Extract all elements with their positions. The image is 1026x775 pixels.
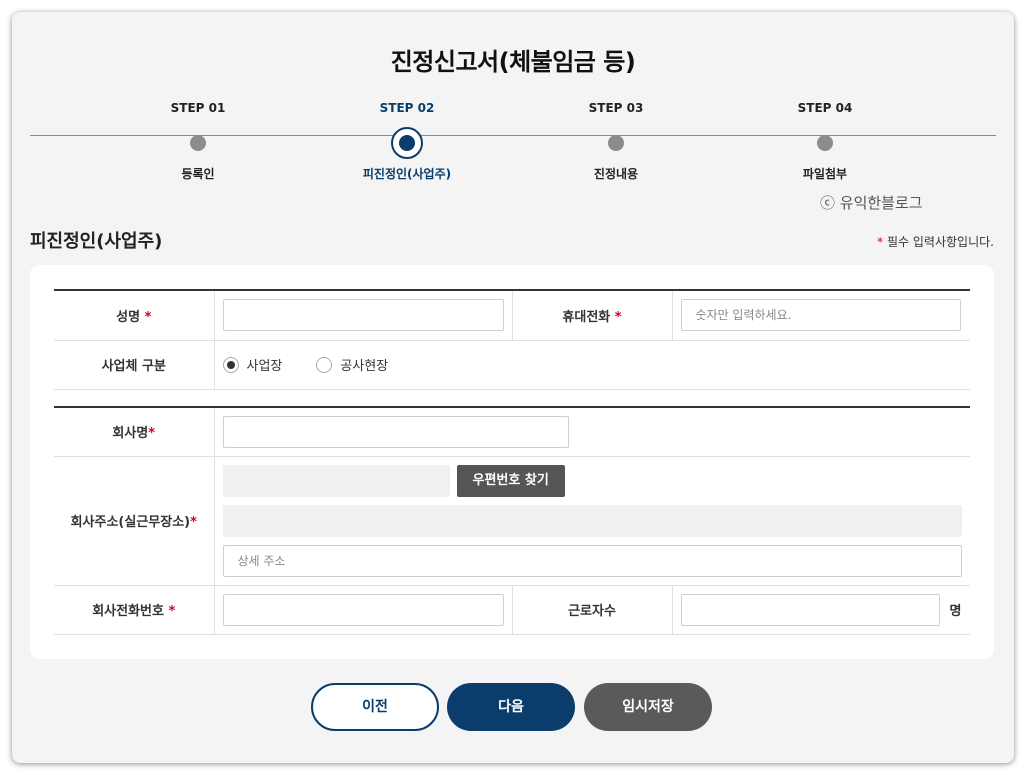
required-star: * xyxy=(190,515,197,530)
workers-row: 명 xyxy=(680,593,963,626)
biz-type-label-cell: 사업체 구분 xyxy=(54,340,215,390)
company-phone-label-cell: 회사전화번호 * xyxy=(54,585,215,635)
radio-checked-icon xyxy=(222,356,239,373)
company-label: 회사명 xyxy=(112,426,149,442)
radio-construction-site[interactable]: 공사현장 xyxy=(316,355,388,374)
step-3-dot xyxy=(608,135,624,151)
step-1-dot xyxy=(190,135,206,151)
name-label: 성명 xyxy=(116,309,141,325)
address-detail-input[interactable]: 상세 주소 xyxy=(222,544,962,577)
required-star: * xyxy=(144,309,152,325)
required-star: * xyxy=(148,426,156,442)
step-4-label: STEP 04 xyxy=(797,101,853,115)
company-name-input[interactable] xyxy=(222,415,569,448)
company-phone-input[interactable] xyxy=(222,593,504,626)
address-label: 회사주소(실근무장소) xyxy=(70,515,191,530)
table-row: 회사주소(실근무장소)* 우편번호 찾기 상세 주소 xyxy=(54,456,970,586)
step-4: STEP 04 파일첨부 xyxy=(745,100,905,182)
step-2-label: STEP 02 xyxy=(379,101,435,115)
address-cell: 우편번호 찾기 상세 주소 xyxy=(214,456,970,586)
name-input[interactable] xyxy=(222,299,504,332)
company-phone-label: 회사전화번호 xyxy=(92,604,164,619)
radio-workplace[interactable]: 사업장 xyxy=(222,355,283,374)
phone-cell: 숫자만 입력하세요. xyxy=(672,290,970,341)
phone-input[interactable]: 숫자만 입력하세요. xyxy=(680,299,961,332)
required-note-text: 필수 입력사항입니다. xyxy=(887,235,994,249)
company-table: 회사명* 회사주소(실근무장소)* 우편번호 찾기 상세 주소 회사전화번호 *… xyxy=(54,406,970,635)
table-row: 회사명* xyxy=(54,407,970,457)
prev-button[interactable]: 이전 xyxy=(311,683,439,731)
zip-code-input[interactable] xyxy=(222,464,450,497)
address-label-cell: 회사주소(실근무장소)* xyxy=(54,456,215,586)
company-label-cell: 회사명* xyxy=(54,407,215,457)
temp-save-button[interactable]: 임시저장 xyxy=(584,683,712,731)
workers-label: 근로자수 xyxy=(568,604,616,619)
radio-workplace-label: 사업장 xyxy=(246,359,283,374)
step-3: STEP 03 진정내용 xyxy=(536,100,696,182)
required-star: * xyxy=(168,604,176,619)
name-label-cell: 성명 * xyxy=(54,290,215,341)
biz-type-radio-group: 사업장 공사현장 xyxy=(222,355,963,374)
required-note: * 필수 입력사항입니다. xyxy=(877,233,994,250)
table-row: 사업체 구분 사업장 공사현장 xyxy=(54,340,970,390)
step-1: STEP 01 등록인 xyxy=(118,100,278,182)
workers-cell: 명 xyxy=(672,585,970,635)
step-3-label: STEP 03 xyxy=(588,101,644,115)
biz-type-label: 사업체 구분 xyxy=(101,359,166,374)
workers-label-cell: 근로자수 xyxy=(511,585,673,635)
phone-label-cell: 휴대전화 * xyxy=(511,290,673,341)
company-phone-cell xyxy=(214,585,512,635)
zip-row: 우편번호 찾기 xyxy=(222,464,963,497)
radio-unchecked-icon xyxy=(316,356,333,373)
workers-unit: 명 xyxy=(949,604,962,619)
section-title: 피진정인(사업주) xyxy=(30,231,163,252)
step-1-label: STEP 01 xyxy=(170,101,226,115)
owner-table: 성명 * 휴대전화 * 숫자만 입력하세요. 사업체 구분 사업장 공사현장 xyxy=(54,289,970,390)
company-cell xyxy=(214,407,970,457)
step-4-name: 파일첨부 xyxy=(802,167,848,181)
next-button[interactable]: 다음 xyxy=(447,683,575,731)
page-title: 진정신고서(체불임금 등) xyxy=(390,48,636,76)
required-star: * xyxy=(877,235,884,249)
step-2: STEP 02 피진정인(사업주) xyxy=(327,100,487,182)
radio-construction-label: 공사현장 xyxy=(340,359,389,374)
step-2-name: 피진정인(사업주) xyxy=(362,167,452,181)
name-cell xyxy=(214,290,512,341)
biz-type-cell: 사업장 공사현장 xyxy=(214,340,970,390)
form-window: 진정신고서(체불임금 등) STEP 01 등록인 STEP 02 피진정인(사… xyxy=(12,12,1014,763)
step-1-name: 등록인 xyxy=(181,167,215,181)
phone-label: 휴대전화 xyxy=(562,309,611,325)
zip-search-button[interactable]: 우편번호 찾기 xyxy=(456,464,565,497)
table-row: 회사전화번호 * 근로자수 명 xyxy=(54,585,970,635)
step-4-dot xyxy=(817,135,833,151)
step-2-dot xyxy=(391,127,423,159)
form-card: 성명 * 휴대전화 * 숫자만 입력하세요. 사업체 구분 사업장 공사현장 회… xyxy=(30,265,994,659)
step-3-name: 진정내용 xyxy=(593,167,639,181)
watermark: ⓒ 유익한블로그 xyxy=(820,194,923,212)
workers-input[interactable] xyxy=(680,593,940,626)
address-input[interactable] xyxy=(222,504,962,537)
required-star: * xyxy=(614,309,622,325)
table-row: 성명 * 휴대전화 * 숫자만 입력하세요. xyxy=(54,290,970,341)
